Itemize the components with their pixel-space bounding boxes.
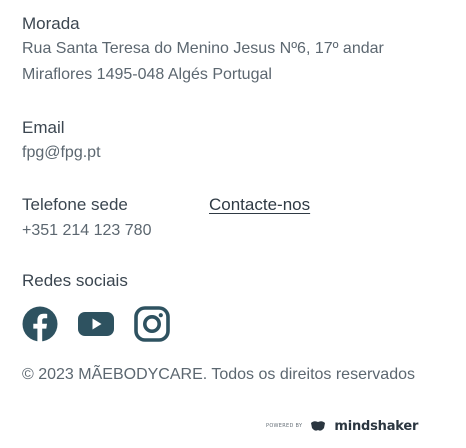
site-footer: Morada Rua Santa Teresa do Menino Jesus …	[22, 0, 462, 448]
powered-by-badge[interactable]: POWERED BY mindshaker	[266, 418, 418, 434]
facebook-icon[interactable]	[22, 306, 58, 342]
address-line-1: Rua Santa Teresa do Menino Jesus Nº6, 17…	[22, 40, 384, 57]
phone-label: Telefone sede	[22, 195, 128, 214]
contact-us-link[interactable]: Contacte-nos	[209, 195, 310, 215]
copyright-text: © 2023 MÃEBODYCARE. Todos os direitos re…	[22, 366, 415, 383]
address-line-2: Miraflores 1495-048 Algés Portugal	[22, 66, 272, 83]
powered-by-label: POWERED BY	[266, 423, 303, 429]
email-label: Email	[22, 118, 65, 137]
social-icons	[22, 306, 170, 342]
phone-value[interactable]: +351 214 123 780	[22, 222, 151, 240]
mindshaker-brand: mindshaker	[334, 418, 419, 434]
address-label: Morada	[22, 14, 80, 33]
youtube-icon[interactable]	[78, 306, 114, 342]
email-value[interactable]: fpg@fpg.pt	[22, 144, 101, 162]
instagram-icon[interactable]	[134, 306, 170, 342]
social-label: Redes sociais	[22, 271, 128, 290]
mindshaker-logo-icon	[311, 421, 326, 431]
